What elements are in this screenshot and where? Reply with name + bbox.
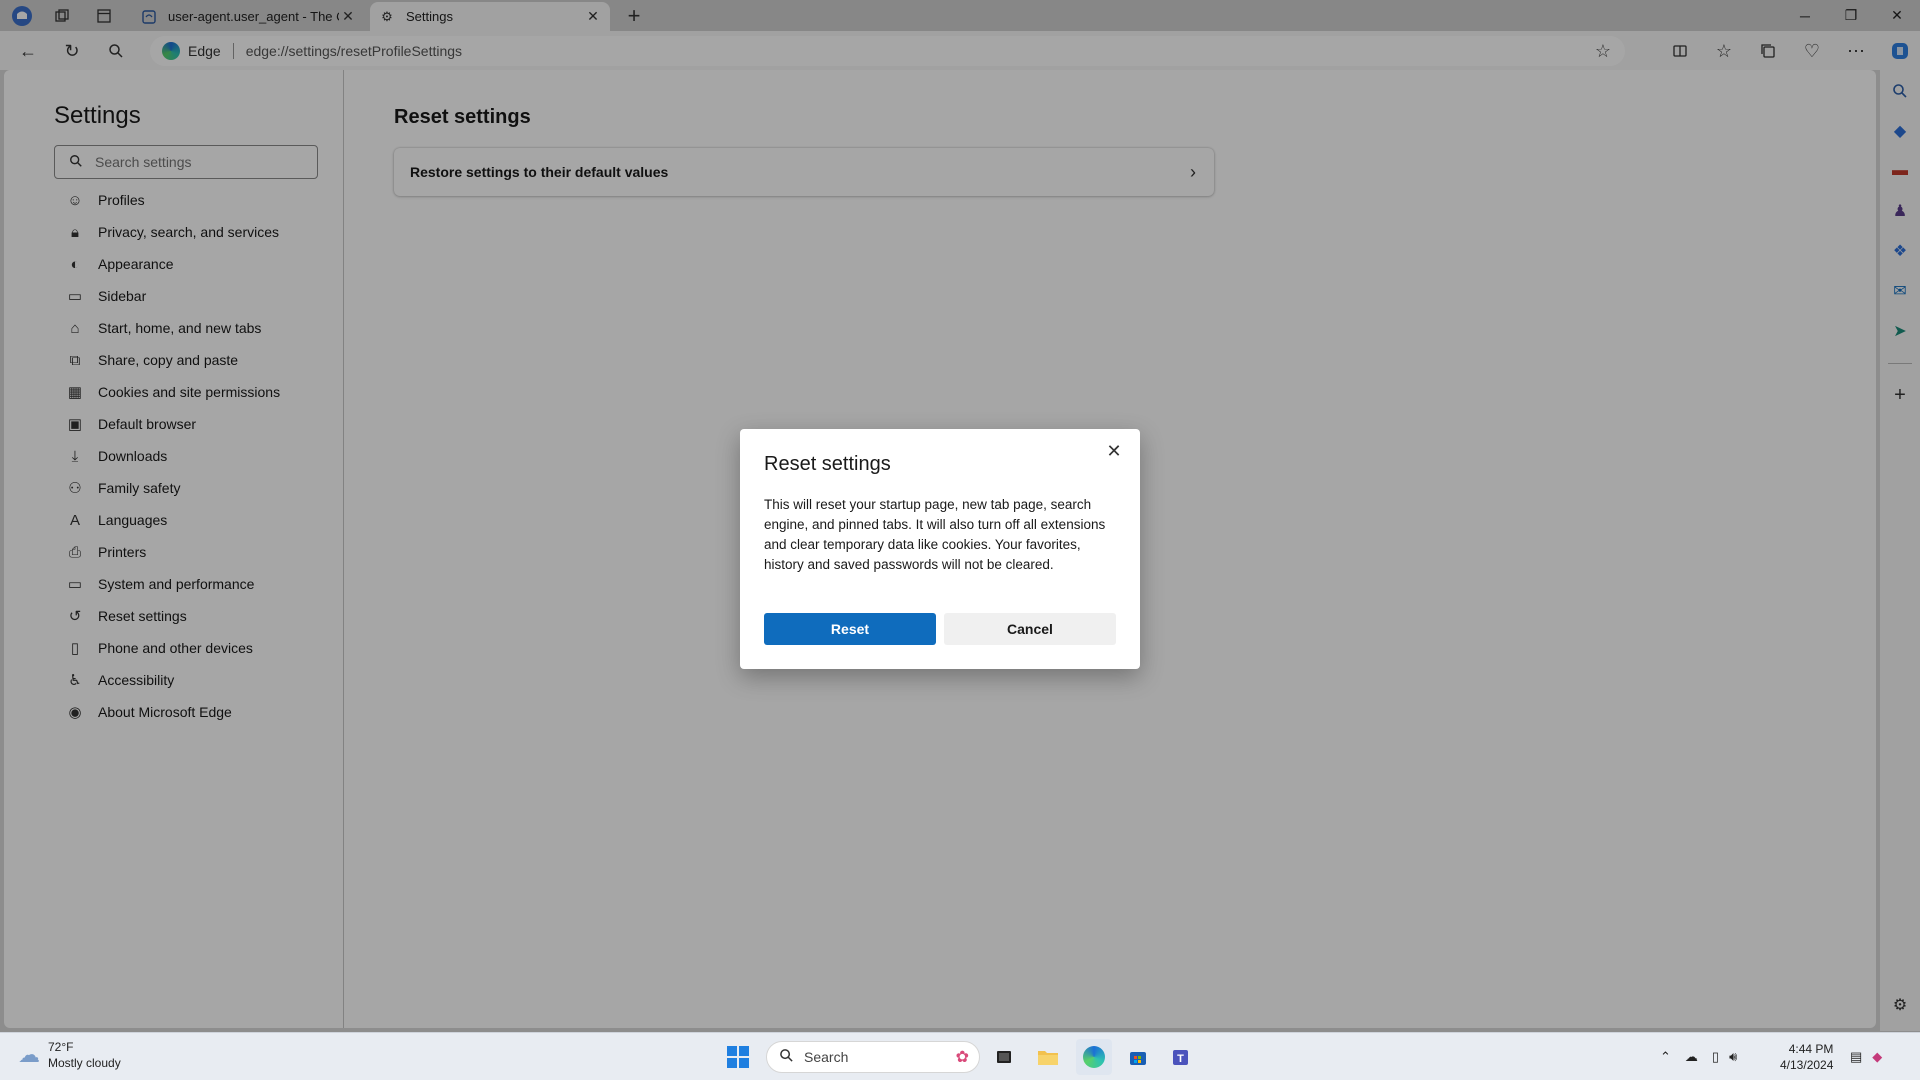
reset-dialog: Reset settings ✕ This will reset your st… bbox=[740, 429, 1140, 669]
svg-text:T: T bbox=[1177, 1053, 1184, 1065]
teams-icon[interactable]: T bbox=[1164, 1039, 1200, 1075]
weather-temp: 72°F bbox=[48, 1040, 74, 1054]
notification-icon[interactable]: ▤ bbox=[1850, 1049, 1862, 1065]
cloud-icon: ☁ bbox=[18, 1042, 40, 1067]
weather-widget[interactable]: ☁ 72°F Mostly cloudy bbox=[18, 1039, 121, 1071]
volume-icon[interactable]: 🔊︎ bbox=[1729, 1049, 1737, 1065]
chevron-up-icon[interactable]: ⌃ bbox=[1660, 1049, 1671, 1065]
search-highlight-icon: ✿ bbox=[955, 1049, 969, 1066]
edge-icon bbox=[1083, 1046, 1105, 1068]
notification-area: ▤ ◆ bbox=[1850, 1033, 1882, 1080]
system-tray: ⌃ ☁ ▯ 🔊︎ bbox=[1660, 1033, 1737, 1080]
start-button[interactable] bbox=[720, 1039, 756, 1075]
clock-time: 4:44 PM bbox=[1788, 1042, 1834, 1056]
clock-date: 4/13/2024 bbox=[1780, 1058, 1834, 1072]
search-icon bbox=[779, 1048, 794, 1067]
dialog-title: Reset settings bbox=[764, 453, 891, 475]
clock[interactable]: 4:44 PM 4/13/2024 bbox=[1780, 1041, 1833, 1073]
taskbar: ☁ 72°F Mostly cloudy Search ✿ T ⌃ ☁ ▯ 🔊︎… bbox=[0, 1032, 1920, 1080]
weather-desc: Mostly cloudy bbox=[48, 1056, 121, 1070]
store-icon[interactable] bbox=[1120, 1039, 1156, 1075]
file-explorer-icon[interactable] bbox=[1030, 1039, 1066, 1075]
network-icon[interactable]: ▯ bbox=[1712, 1049, 1719, 1065]
taskbar-search[interactable]: Search ✿ bbox=[766, 1041, 980, 1073]
search-label: Search bbox=[804, 1049, 849, 1065]
reset-button[interactable]: Reset bbox=[764, 613, 936, 645]
onedrive-icon[interactable]: ☁ bbox=[1685, 1049, 1698, 1065]
copilot-taskbar-icon[interactable]: ◆ bbox=[1872, 1049, 1882, 1065]
cancel-button[interactable]: Cancel bbox=[944, 613, 1116, 645]
edge-taskbar-icon[interactable] bbox=[1076, 1039, 1112, 1075]
dialog-body: This will reset your startup page, new t… bbox=[764, 497, 1106, 572]
close-icon[interactable]: ✕ bbox=[1100, 437, 1128, 465]
windows-icon bbox=[727, 1046, 749, 1068]
task-view-icon[interactable] bbox=[986, 1039, 1022, 1075]
